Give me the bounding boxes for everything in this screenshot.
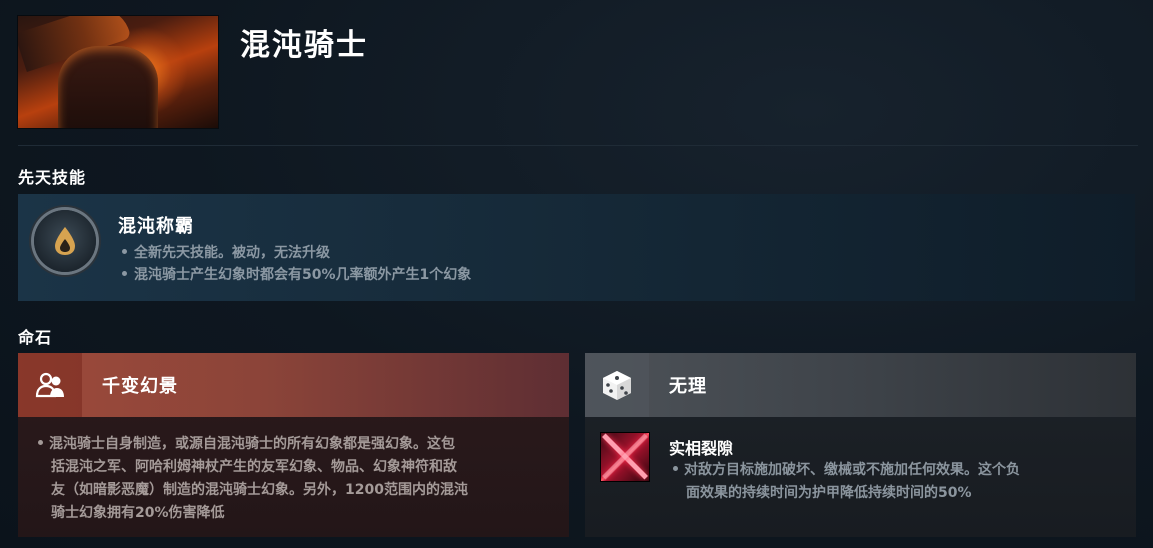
innate-ability-description: 全新先天技能。被动，无法升级 混沌骑士产生幻象时都会有50%几率额外产生1个幻象 [122, 242, 471, 286]
dice-icon [585, 353, 649, 417]
facet-text-line: 混沌骑士自身制造，或源自混沌骑士的所有幻象都是强幻象。这包 [38, 433, 553, 456]
facet-header: 无理 [585, 353, 1136, 417]
facet-card-illusions[interactable]: 千变幻景 混沌骑士自身制造，或源自混沌骑士的所有幻象都是强幻象。这包 括混沌之军… [18, 353, 569, 537]
innate-ability-icon [34, 210, 96, 272]
sub-ability-line: 对敌方目标施加破坏、缴械或不施加任何效果。这个负 [673, 459, 1113, 482]
facet-name: 无理 [669, 376, 707, 397]
facet-text-line: 括混沌之军、阿哈利姆神杖产生的友军幻象、物品、幻象神符和敌 [51, 459, 457, 475]
sub-ability-name: 实相裂隙 [669, 439, 734, 458]
facet-text-segment: 混沌骑士自身制造，或源自混沌骑士的所有幻象都是强幻象。这包 [49, 436, 455, 452]
innate-section-title: 先天技能 [18, 168, 87, 187]
innate-ability-name: 混沌称霸 [118, 216, 194, 237]
bullet-icon [122, 270, 127, 276]
header-divider [18, 145, 1138, 146]
facet-card-irrationality[interactable]: 无理 实相裂隙 对敌方目标施加破坏、缴械或不施加任何效果。这个负 面效果的持续时… [585, 353, 1136, 537]
facet-description: 混沌骑士自身制造，或源自混沌骑士的所有幻象都是强幻象。这包 括混沌之军、阿哈利姆… [38, 433, 553, 525]
facet-name: 千变幻景 [102, 376, 178, 397]
portrait-helm [58, 46, 158, 128]
hero-name: 混沌骑士 [240, 28, 368, 63]
facet-text-line: 友（如暗影恶魔）制造的混沌骑士幻象。另外，1200范围内的混沌 [51, 482, 468, 498]
innate-line: 混沌骑士产生幻象时都会有50%几率额外产生1个幻象 [122, 264, 471, 286]
sub-ability-description: 对敌方目标施加破坏、缴械或不施加任何效果。这个负 面效果的持续时间为护甲降低持续… [673, 459, 1113, 505]
bullet-icon [38, 439, 43, 445]
sub-ability-line: 面效果的持续时间为护甲降低持续时间的50% [686, 485, 972, 501]
bullet-icon [673, 465, 678, 471]
innate-line-text: 混沌骑士产生幻象时都会有50%几率额外产生1个幻象 [134, 267, 472, 283]
people-icon [18, 353, 82, 417]
innate-line: 全新先天技能。被动，无法升级 [122, 242, 471, 264]
facet-header: 千变幻景 [18, 353, 569, 417]
innate-ability-card[interactable]: 混沌称霸 全新先天技能。被动，无法升级 混沌骑士产生幻象时都会有50%几率额外产… [18, 194, 1135, 301]
innate-line-text: 全新先天技能。被动，无法升级 [134, 245, 330, 261]
reality-rift-icon [601, 433, 649, 481]
sub-ability-text: 对敌方目标施加破坏、缴械或不施加任何效果。这个负 [684, 462, 1020, 478]
facets-section-title: 命石 [18, 328, 53, 347]
hero-detail-page: 混沌骑士 先天技能 混沌称霸 全新先天技能。被动，无法升级 混沌骑士产生幻象时都… [0, 0, 1153, 548]
hero-portrait [18, 16, 218, 128]
facet-text-line: 骑士幻象拥有20%伤害降低 [51, 505, 225, 521]
bullet-icon [122, 248, 127, 254]
